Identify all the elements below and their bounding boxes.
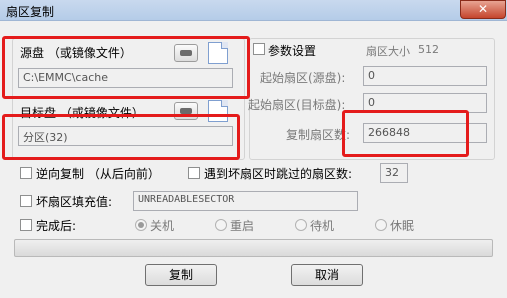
start-sector-source-field[interactable]: 0 [363,66,487,86]
params-checkbox[interactable] [253,43,265,55]
cancel-button[interactable]: 取消 [291,264,363,286]
progress-bar [14,239,493,257]
skip-bad-checkbox[interactable] [188,167,200,179]
skip-bad-field[interactable]: 32 [380,163,408,183]
radio-restart-label: 重启 [230,219,255,233]
reverse-copy-checkbox[interactable] [20,167,32,179]
radio-standby[interactable] [295,219,307,231]
after-done-label: 完成后: [36,219,77,233]
skip-bad-label: 遇到坏扇区时跳过的扇区数: [204,167,353,181]
params-checkbox-label: 参数设置 [268,44,317,58]
highlight-source [2,36,250,99]
reverse-copy-label: 逆向复制 （从后向前） [36,167,160,181]
radio-shutdown[interactable] [135,219,147,231]
fill-bad-checkbox[interactable] [20,195,32,207]
close-button[interactable]: ✕ [460,0,506,19]
sector-size-label: 扇区大小 [366,45,410,58]
title-bar: 扇区复制 ✕ [0,0,507,21]
after-done-checkbox[interactable] [20,219,32,231]
copy-button[interactable]: 复制 [145,264,217,286]
radio-hibernate-label: 休眠 [390,219,415,233]
radio-restart[interactable] [215,219,227,231]
fill-bad-field[interactable]: UNREADABLESECTOR [133,191,358,211]
copy-count-label: 复制扇区数: [286,128,351,142]
sector-size-value: 512 [418,43,439,56]
fill-bad-label: 坏扇区填充值: [36,195,113,209]
radio-hibernate[interactable] [375,219,387,231]
window-title: 扇区复制 [6,5,55,19]
start-sector-target-label: 起始扇区(目标盘): [248,98,346,112]
highlight-copy-count [342,110,469,157]
close-icon: ✕ [477,2,489,16]
start-sector-source-label: 起始扇区(源盘): [260,71,346,85]
radio-standby-label: 待机 [310,219,335,233]
radio-shutdown-label: 关机 [150,219,175,233]
highlight-target [2,114,240,160]
